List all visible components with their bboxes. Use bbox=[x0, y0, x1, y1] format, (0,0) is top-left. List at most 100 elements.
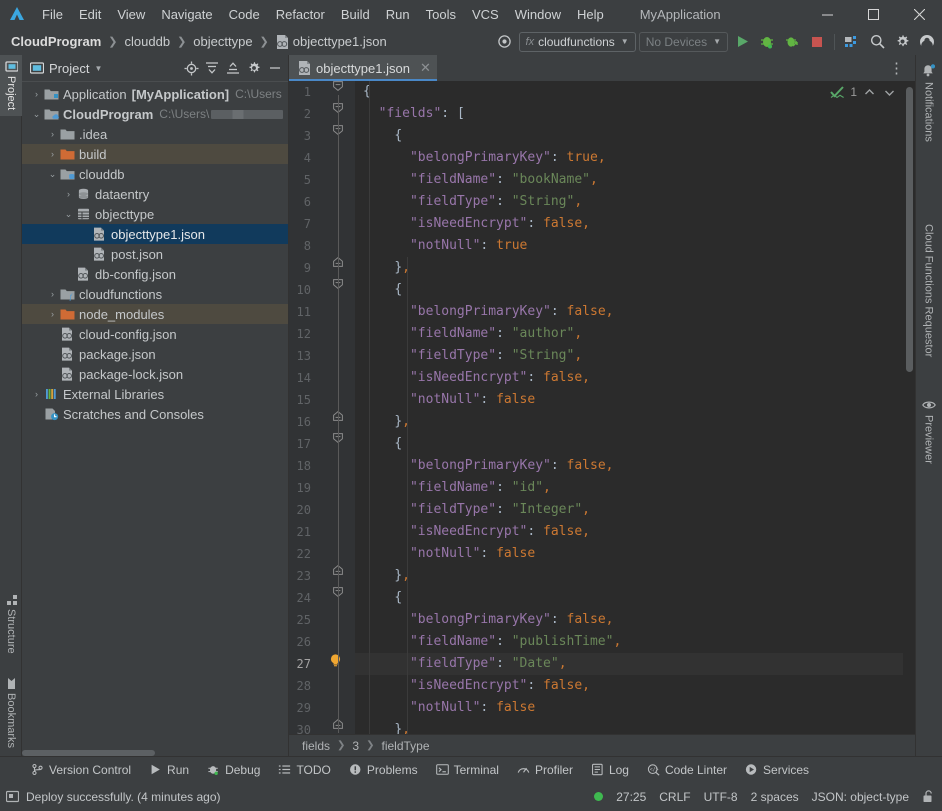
tree-node-objecttype[interactable]: ⌄ objecttype bbox=[22, 204, 288, 224]
sidebar-item-bookmarks[interactable]: Bookmarks bbox=[0, 671, 22, 754]
line-separator[interactable]: CRLF bbox=[659, 790, 690, 804]
expand-arrow-icon[interactable]: ⌄ bbox=[30, 109, 43, 120]
code-line[interactable]: { bbox=[363, 279, 915, 301]
tree-node-scratches-and-consoles[interactable]: Scratches and Consoles bbox=[22, 404, 288, 424]
code-line[interactable]: { bbox=[363, 125, 915, 147]
menu-run[interactable]: Run bbox=[378, 4, 418, 25]
code-line[interactable]: { bbox=[363, 433, 915, 455]
tool-window-problems[interactable]: Problems bbox=[340, 761, 427, 779]
fold-end-icon[interactable] bbox=[333, 411, 345, 433]
expand-arrow-icon[interactable]: › bbox=[46, 149, 59, 159]
file-encoding[interactable]: UTF-8 bbox=[704, 790, 738, 804]
target-icon[interactable] bbox=[494, 31, 516, 53]
sidebar-item-cloud-functions-requestor[interactable]: Cloud Functions Requestor bbox=[915, 217, 942, 364]
tool-window-run[interactable]: Run bbox=[140, 761, 198, 779]
menu-view[interactable]: View bbox=[109, 4, 153, 25]
code-line[interactable]: "notNull": true bbox=[363, 235, 915, 257]
breadcrumb-fields[interactable]: fields bbox=[299, 738, 333, 754]
next-problem-icon[interactable] bbox=[882, 88, 897, 97]
menu-tools[interactable]: Tools bbox=[418, 4, 464, 25]
menu-file[interactable]: File bbox=[34, 4, 71, 25]
code-line[interactable]: "isNeedEncrypt": false, bbox=[363, 675, 915, 697]
code-line[interactable]: "notNull": false bbox=[363, 543, 915, 565]
tree-node-cloudprogram[interactable]: ⌄ CloudProgram C:\Users\ bbox=[22, 104, 288, 124]
maximize-button[interactable] bbox=[850, 0, 896, 28]
expand-arrow-icon[interactable]: ⌄ bbox=[62, 209, 75, 220]
chevron-down-icon[interactable]: ▼ bbox=[94, 64, 102, 73]
expand-arrow-icon[interactable]: › bbox=[30, 89, 43, 99]
tree-node-build[interactable]: › build bbox=[22, 144, 288, 164]
fold-collapse-icon[interactable] bbox=[333, 279, 345, 301]
tree-node-dataentry[interactable]: › dataentry bbox=[22, 184, 288, 204]
inspection-widget[interactable]: 1 bbox=[830, 85, 897, 99]
code-line[interactable]: "fieldType": "String", bbox=[363, 345, 915, 367]
fold-end-icon[interactable] bbox=[333, 565, 345, 587]
device-selector[interactable]: No Devices ▼ bbox=[638, 31, 728, 52]
menu-navigate[interactable]: Navigate bbox=[153, 4, 220, 25]
tool-window-services[interactable]: Services bbox=[736, 761, 818, 779]
menu-edit[interactable]: Edit bbox=[71, 4, 109, 25]
caret-position[interactable]: 27:25 bbox=[616, 790, 646, 804]
tree-node-post-json[interactable]: post.json bbox=[22, 244, 288, 264]
sidebar-item-structure[interactable]: Structure bbox=[0, 588, 22, 660]
code-line[interactable]: }, bbox=[363, 257, 915, 279]
tree-node-application[interactable]: › Application [MyApplication] C:\Users bbox=[22, 84, 288, 104]
indent-setting[interactable]: 2 spaces bbox=[751, 790, 799, 804]
code-line[interactable]: "notNull": false bbox=[363, 389, 915, 411]
more-options-icon[interactable]: ⋮ bbox=[885, 59, 909, 77]
code-line[interactable]: "fieldName": "author", bbox=[363, 323, 915, 345]
menu-refactor[interactable]: Refactor bbox=[268, 4, 333, 25]
prev-problem-icon[interactable] bbox=[862, 88, 877, 97]
tree-node-node-modules[interactable]: › node_modules bbox=[22, 304, 288, 324]
code-line[interactable]: "isNeedEncrypt": false, bbox=[363, 213, 915, 235]
tree-node-external-libraries[interactable]: › External Libraries bbox=[22, 384, 288, 404]
gear-icon[interactable] bbox=[891, 31, 913, 53]
hide-panel-icon[interactable] bbox=[265, 58, 285, 78]
expand-arrow-icon[interactable]: ⌄ bbox=[46, 169, 59, 180]
navbar-crumb-objecttype[interactable]: objecttype bbox=[190, 32, 255, 51]
close-icon[interactable]: ✕ bbox=[420, 60, 431, 76]
close-button[interactable] bbox=[896, 0, 942, 28]
editor-vertical-scrollbar[interactable] bbox=[903, 81, 915, 734]
expand-arrow-icon[interactable]: › bbox=[46, 309, 59, 319]
tool-window-profiler[interactable]: Profiler bbox=[508, 761, 582, 779]
tree-node-package-json[interactable]: package.json bbox=[22, 344, 288, 364]
code-line[interactable]: "isNeedEncrypt": false, bbox=[363, 367, 915, 389]
fold-collapse-icon[interactable] bbox=[333, 103, 345, 125]
fold-collapse-icon[interactable] bbox=[333, 433, 345, 455]
gear-icon[interactable] bbox=[244, 58, 264, 78]
code-line[interactable]: "belongPrimaryKey": false, bbox=[363, 301, 915, 323]
fold-end-icon[interactable] bbox=[333, 257, 345, 279]
tree-node-package-lock-json[interactable]: package-lock.json bbox=[22, 364, 288, 384]
sidebar-item-notifications[interactable]: Notifications bbox=[915, 57, 942, 149]
code-line[interactable]: "fieldType": "String", bbox=[363, 191, 915, 213]
code-line[interactable]: }, bbox=[363, 411, 915, 433]
tool-window-version-control[interactable]: Version Control bbox=[22, 761, 140, 779]
tool-window-terminal[interactable]: Terminal bbox=[427, 761, 508, 779]
menu-vcs[interactable]: VCS bbox=[464, 4, 507, 25]
menu-help[interactable]: Help bbox=[569, 4, 612, 25]
code-line[interactable]: "fields": [ bbox=[363, 103, 915, 125]
navbar-crumb-clouddb[interactable]: clouddb bbox=[122, 32, 174, 51]
search-icon[interactable] bbox=[866, 31, 888, 53]
code-line[interactable]: "fieldType": "Integer", bbox=[363, 499, 915, 521]
tree-node-idea[interactable]: › .idea bbox=[22, 124, 288, 144]
code-line[interactable]: "fieldName": "bookName", bbox=[363, 169, 915, 191]
code-line[interactable]: "fieldType": "Date", bbox=[355, 653, 915, 675]
run-configuration-selector[interactable]: fx cloudfunctions ▼ bbox=[518, 31, 636, 52]
code-line[interactable]: "isNeedEncrypt": false, bbox=[363, 521, 915, 543]
account-icon[interactable] bbox=[916, 31, 938, 53]
tree-node-cloudfunctions[interactable]: › f cloudfunctions bbox=[22, 284, 288, 304]
expand-arrow-icon[interactable]: › bbox=[62, 189, 75, 199]
menu-code[interactable]: Code bbox=[221, 4, 268, 25]
tool-window-debug[interactable]: Debug bbox=[198, 761, 269, 779]
code-line[interactable]: "notNull": false bbox=[363, 697, 915, 719]
code-line[interactable]: { bbox=[363, 587, 915, 609]
tool-window-todo[interactable]: TODO bbox=[269, 761, 339, 779]
editor-gutter[interactable]: 1 2 3 4 5 6 7 8 9 10 11 12 13 14 15 16 17 18 19 20 21 22 23 24 2… bbox=[289, 81, 355, 734]
navbar-crumb-file[interactable]: objecttype1.json bbox=[273, 32, 390, 51]
collapse-all-icon[interactable] bbox=[223, 58, 243, 78]
fold-collapse-icon[interactable] bbox=[333, 125, 345, 147]
code-line[interactable]: "belongPrimaryKey": true, bbox=[363, 147, 915, 169]
code-line[interactable]: "belongPrimaryKey": false, bbox=[363, 609, 915, 631]
